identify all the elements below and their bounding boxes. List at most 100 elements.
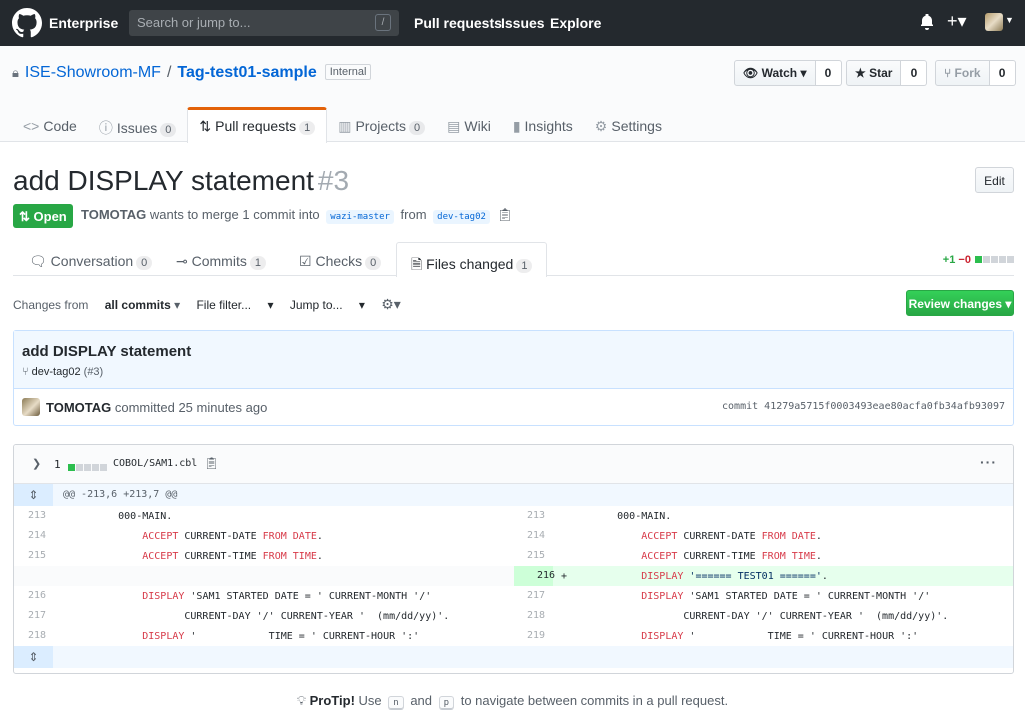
- create-new-icon[interactable]: +▾: [947, 11, 967, 32]
- tab-issues-label: Issues: [116, 120, 158, 136]
- line-number-right[interactable]: 219: [527, 630, 557, 641]
- commit-sha[interactable]: commit 41279a5715f0003493eae80acfa0fb34a…: [722, 401, 1005, 412]
- head-branch[interactable]: dev-tag02: [433, 210, 490, 224]
- eye-icon: 👁︎: [743, 66, 762, 80]
- watch-count[interactable]: 0: [815, 60, 842, 86]
- commit-author[interactable]: TOMOTAG: [46, 400, 111, 415]
- line-number-left[interactable]: 214: [28, 530, 58, 541]
- file-header: ❯ 1 COBOL/SAM1.cbl 📋︎ ···: [14, 445, 1013, 484]
- diff-row: 218 DISPLAY ' TIME = ' CURRENT-HOUR ':' …: [14, 626, 1013, 646]
- changes-from-label: Changes from: [13, 298, 89, 312]
- fork-button[interactable]: ⑂ Fork: [935, 60, 990, 86]
- search-input[interactable]: Search or jump to... /: [129, 10, 399, 36]
- code-line: CURRENT-DAY '/' CURRENT-YEAR ' (mm/dd/yy…: [76, 611, 450, 622]
- commit-branch-name[interactable]: dev-tag02: [32, 366, 81, 378]
- hunk-footer: ⇕: [14, 646, 1013, 668]
- expand-down-icon[interactable]: ⇕: [14, 646, 53, 668]
- brand-label[interactable]: Enterprise: [49, 15, 118, 31]
- gear-icon[interactable]: ⚙▾: [381, 296, 401, 312]
- diffstat-block: [100, 464, 107, 471]
- commit-author-line: TOMOTAG committed 25 minutes ago: [46, 400, 267, 415]
- protip: 💡︎ ProTip! Use n and p to navigate betwe…: [0, 693, 1025, 710]
- line-number-left[interactable]: 217: [28, 610, 58, 621]
- repo-separator: /: [166, 64, 172, 81]
- repo-header: 🔒︎ ISE-Showroom-MF / Tag-test01-sample Inter…: [0, 46, 1025, 143]
- bell-icon[interactable]: [920, 14, 934, 30]
- chevron-down-icon[interactable]: ❯: [32, 457, 41, 470]
- line-number-right[interactable]: 217: [527, 590, 557, 601]
- review-changes-button[interactable]: Review changes ▾: [906, 290, 1014, 316]
- tab-settings[interactable]: ⚙ Settings: [584, 107, 673, 142]
- repo-owner-link[interactable]: ISE-Showroom-MF: [25, 64, 161, 81]
- empty-left-cell: [14, 566, 514, 586]
- tab-files-changed[interactable]: 🗎︎ Files changed 1: [396, 242, 548, 277]
- user-avatar[interactable]: [985, 13, 1003, 31]
- file-filter-dropdown[interactable]: File filter... ▾: [196, 298, 273, 312]
- tab-issues[interactable]: ⓘ Issues 0: [88, 107, 188, 142]
- nav-explore[interactable]: Explore: [550, 15, 601, 31]
- additions-count: +1: [942, 254, 956, 266]
- code-line: ACCEPT CURRENT-TIME FROM TIME.: [641, 551, 822, 562]
- tab-conversation-count: 0: [136, 256, 153, 270]
- base-branch[interactable]: wazi-master: [326, 210, 394, 224]
- diffstat-block: [76, 464, 83, 471]
- commit-action: committed 25 minutes ago: [114, 400, 268, 415]
- pr-number: #3: [317, 165, 350, 196]
- watch-button[interactable]: 👁︎ Watch ▾: [734, 60, 816, 86]
- expand-up-icon[interactable]: ⇕: [14, 484, 53, 506]
- github-logo-icon[interactable]: [12, 8, 42, 38]
- state-badge: ⇅ Open: [13, 204, 73, 228]
- line-number-right[interactable]: 215: [527, 550, 557, 561]
- avatar[interactable]: [22, 398, 40, 416]
- changes-from-dropdown[interactable]: Changes from all commits ▾: [13, 298, 180, 312]
- tab-projects[interactable]: ▥ Projects 0: [327, 107, 436, 142]
- diffstat-block: [68, 464, 75, 471]
- commit-title[interactable]: add DISPLAY statement: [22, 343, 1005, 360]
- tab-pull-requests[interactable]: ⇅ Pull requests 1: [187, 107, 328, 143]
- search-placeholder: Search or jump to...: [137, 15, 251, 30]
- edit-button[interactable]: Edit: [975, 167, 1014, 193]
- file-diff-icon: 🗎︎: [411, 256, 427, 272]
- commit-header: add DISPLAY statement ⑂ dev-tag02 (#3): [14, 331, 1013, 389]
- file-path[interactable]: COBOL/SAM1.cbl: [113, 458, 197, 469]
- tab-insights[interactable]: ▮ Insights: [502, 107, 584, 142]
- tab-conversation[interactable]: 🗨︎ Conversation 0: [29, 242, 153, 276]
- branch-icon: ⑂: [22, 366, 32, 378]
- more-options-icon[interactable]: ···: [980, 454, 997, 470]
- commit-branch-ref[interactable]: (#3): [84, 366, 104, 378]
- tab-insights-label: Insights: [524, 118, 573, 134]
- tab-commits-count: 1: [249, 256, 266, 270]
- clipboard-icon[interactable]: 📋︎: [497, 207, 514, 222]
- pr-author-link[interactable]: TOMOTAG: [81, 207, 146, 222]
- book-icon: ▤: [447, 118, 461, 134]
- line-number-left[interactable]: 215: [28, 550, 58, 561]
- code-line: DISPLAY ' TIME = ' CURRENT-HOUR ':': [641, 631, 919, 642]
- star-count[interactable]: 0: [901, 60, 928, 86]
- line-number-left[interactable]: 218: [28, 630, 58, 641]
- tab-commits[interactable]: ⊸ Commits 1: [176, 242, 266, 276]
- protip-label: ProTip!: [309, 693, 355, 708]
- star-button[interactable]: ★ Star: [846, 60, 902, 86]
- line-number-right[interactable]: 213: [527, 510, 557, 521]
- clipboard-icon[interactable]: 📋︎: [204, 456, 219, 470]
- jump-to-dropdown[interactable]: Jump to... ▾: [290, 298, 365, 312]
- chevron-down-icon[interactable]: ▼: [1005, 15, 1014, 25]
- diff-row: 214 ACCEPT CURRENT-DATE FROM DATE. 214 A…: [14, 526, 1013, 546]
- nav-pull-requests[interactable]: Pull requests: [414, 15, 502, 31]
- issue-icon: ⓘ: [98, 120, 113, 136]
- fork-count[interactable]: 0: [989, 60, 1016, 86]
- nav-issues[interactable]: Issues: [501, 15, 545, 31]
- code-line: 000-MAIN.: [575, 511, 672, 522]
- line-number-right[interactable]: 214: [527, 530, 557, 541]
- line-number-right[interactable]: 218: [527, 610, 557, 621]
- line-number-left[interactable]: 213: [28, 510, 58, 521]
- visibility-badge: Internal: [324, 64, 372, 80]
- tab-wiki[interactable]: ▤ Wiki: [436, 107, 502, 142]
- diffstat: +1 −0: [943, 254, 1014, 266]
- line-number-left[interactable]: 216: [28, 590, 58, 601]
- repo-name-link[interactable]: Tag-test01-sample: [177, 64, 316, 81]
- tab-code[interactable]: <> Code: [12, 107, 88, 142]
- tab-checks[interactable]: ☑ Checks 0: [299, 242, 382, 276]
- search-shortcut-key: /: [375, 14, 391, 31]
- star-label: Star: [869, 66, 893, 80]
